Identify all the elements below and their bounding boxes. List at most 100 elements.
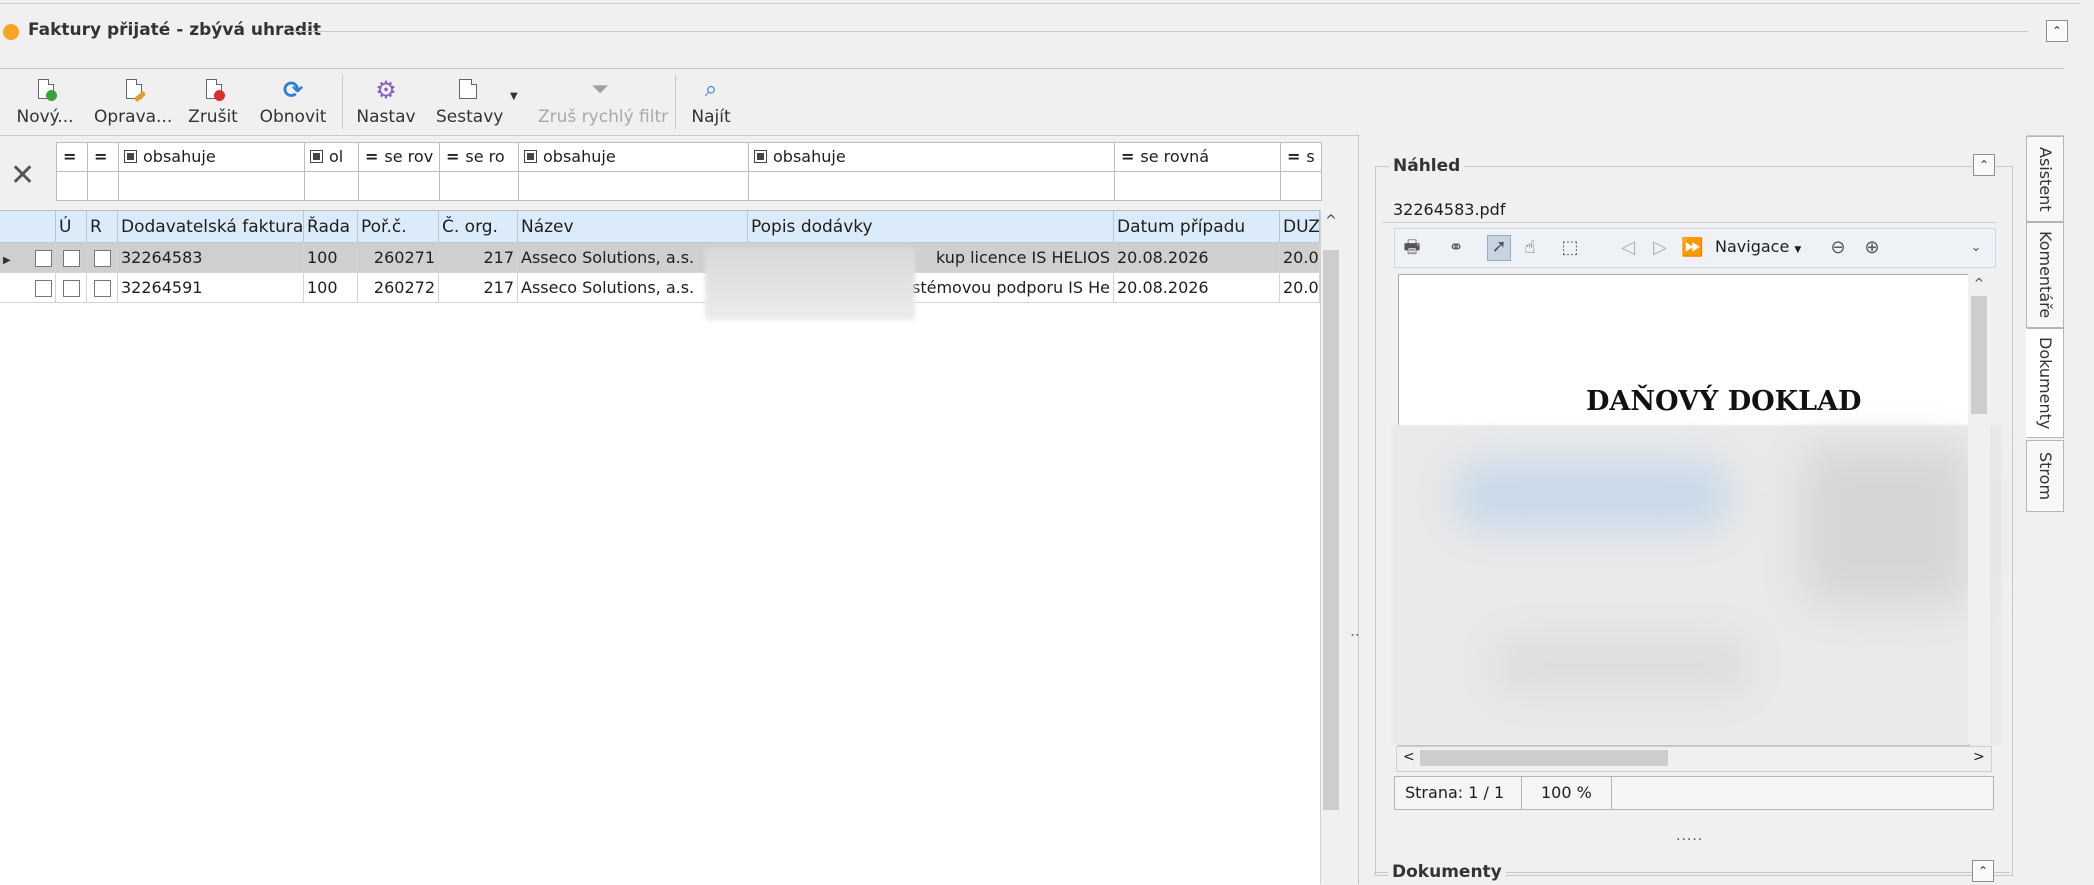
splitter-handle[interactable]: ..... [1676,828,1703,844]
hand-tool-icon[interactable]: ☝ [1519,237,1541,259]
filter-value-cell[interactable] [748,171,1115,201]
filter-cell[interactable]: = s [1280,142,1322,172]
filter-value-cell[interactable] [1114,171,1281,201]
page-indicator: Strana: 1 / 1 [1405,783,1505,802]
column-header[interactable]: Ú [56,211,87,243]
checkbox-u[interactable] [56,243,87,273]
redacted-region [705,248,915,320]
checkbox-r[interactable] [87,273,118,303]
navigation-icon[interactable]: ⏩ [1681,237,1703,259]
cell-datum[interactable]: 20.08.2026 [1114,273,1280,303]
column-header-indicator[interactable] [0,211,56,243]
documents-collapse-chevron-icon[interactable]: ⌃ [1972,860,1994,882]
preview-collapse-chevron-icon[interactable]: ⌃ [1973,154,1995,176]
filter-cell[interactable]: ol [304,142,359,172]
collapse-chevron-icon[interactable]: ⌃ [2046,20,2068,42]
filter-value-cell[interactable] [1280,171,1322,201]
cell-porc[interactable]: 260272 [358,273,439,303]
pdf-scroll-thumb[interactable] [1971,296,1987,414]
cell-duz[interactable]: 20.08 [1280,273,1320,303]
column-header[interactable]: Poř.č. [358,211,439,243]
filter-cell[interactable]: = se rov [358,142,440,172]
table-row[interactable]: ▶ 32264583 100 260271 217 Asseco Solutio… [0,243,1320,273]
scrollbar-thumb[interactable] [1323,250,1339,810]
side-tab-komentare[interactable]: Komentáře [2026,222,2064,328]
checkbox-r[interactable] [87,243,118,273]
column-header[interactable]: Název [518,211,748,243]
select-cursor-icon[interactable]: ➚ [1487,235,1511,261]
scroll-up-arrow-icon[interactable]: ^ [1968,274,1990,292]
toolbar-overflow-chevron-icon[interactable]: ⌄ [1965,237,1987,259]
filter-cell[interactable]: obsahuje [518,142,749,172]
cell-corg[interactable]: 217 [439,273,518,303]
print-icon[interactable]: 🖶 [1401,237,1423,259]
row-pointer-cell [0,273,28,303]
navigation-dropdown[interactable]: Navigace ▼ [1715,237,1801,256]
column-header[interactable]: R [87,211,118,243]
column-header[interactable]: Dodavatelská faktura [118,211,304,243]
filter-value-cell[interactable] [304,171,359,201]
column-header[interactable]: Řada [304,211,358,243]
cell-porc[interactable]: 260271 [358,243,439,273]
cell-corg[interactable]: 217 [439,243,518,273]
filter-cell[interactable]: = se rovná [1114,142,1281,172]
next-page-icon[interactable]: ▷ [1649,237,1671,259]
side-tab-dokumenty[interactable]: Dokumenty [2026,328,2064,438]
cell-rada[interactable]: 100 [304,243,358,273]
checkbox-u[interactable] [56,273,87,303]
find-button[interactable]: ⌕ Najít [688,73,734,131]
grid-vertical-scrollbar[interactable]: ^ [1320,210,1341,884]
filter-cell[interactable]: = se ro [439,142,519,172]
select-area-icon[interactable]: ⬚ [1559,237,1581,259]
filter-value-cell[interactable] [118,171,305,201]
find-binoculars-icon[interactable]: ⚭ [1445,237,1467,259]
clear-quick-filter-button[interactable]: ⏷ Zruš rychlý filtr [538,73,668,131]
cancel-button[interactable]: Zrušit [186,73,240,131]
table-row[interactable]: 32264591 100 260272 217 Asseco Solutions… [0,273,1320,303]
toolbar-separator [675,75,676,129]
filter-cell[interactable]: = [56,142,88,172]
zoom-out-icon[interactable]: ⊖ [1827,237,1849,259]
pdf-hscroll-thumb[interactable] [1420,750,1668,766]
column-header[interactable]: Č. org. [439,211,518,243]
clear-filter-x-icon[interactable]: ✕ [10,158,35,193]
edit-button[interactable]: Oprava... [94,73,172,131]
filter-cell[interactable]: obsahuje [748,142,1115,172]
row-select-checkbox[interactable] [28,273,56,303]
previous-page-icon[interactable]: ◁ [1617,237,1639,259]
status-separator [1521,777,1522,809]
documents-group-title: Dokumenty [1388,862,1506,882]
new-button[interactable]: Nový... [12,73,78,131]
column-header[interactable]: DUZ [1280,211,1320,243]
row-select-checkbox[interactable] [28,243,56,273]
settings-button[interactable]: ⚙ Nastav [356,73,416,131]
scroll-right-arrow-icon[interactable]: > [1973,749,1985,765]
filter-value-cell[interactable] [439,171,519,201]
cell-faktura[interactable]: 32264591 [118,273,304,303]
side-tab-strom[interactable]: Strom [2026,440,2064,512]
filter-cell[interactable]: obsahuje [118,142,305,172]
filter-value-cell[interactable] [518,171,749,201]
scroll-left-arrow-icon[interactable]: < [1403,749,1415,765]
preview-file-name: 32264583.pdf [1393,200,1506,219]
cell-datum[interactable]: 20.08.2026 [1114,243,1280,273]
reports-icon [453,77,481,103]
scroll-up-arrow-icon[interactable]: ^ [1321,210,1341,232]
pdf-status-bar: Strana: 1 / 1 100 % [1394,776,1994,810]
column-header[interactable]: Popis dodávky [748,211,1114,243]
filter-cell[interactable]: = [87,142,119,172]
filter-value-cell[interactable] [358,171,440,201]
filter-value-cell[interactable] [56,171,88,201]
toolbar-separator [342,75,343,129]
reports-button[interactable]: Sestavy [436,73,503,131]
top-border [0,0,2080,4]
reports-dropdown-arrow-icon[interactable]: ▼ [510,91,518,102]
cell-duz[interactable]: 20.08 [1280,243,1320,273]
refresh-button[interactable]: ⟳ Obnovit [258,73,328,131]
zoom-in-icon[interactable]: ⊕ [1861,237,1883,259]
cell-rada[interactable]: 100 [304,273,358,303]
filter-value-cell[interactable] [87,171,119,201]
side-tab-asistent[interactable]: Asistent [2026,136,2064,222]
cell-faktura[interactable]: 32264583 [118,243,304,273]
column-header[interactable]: Datum případu [1114,211,1280,243]
